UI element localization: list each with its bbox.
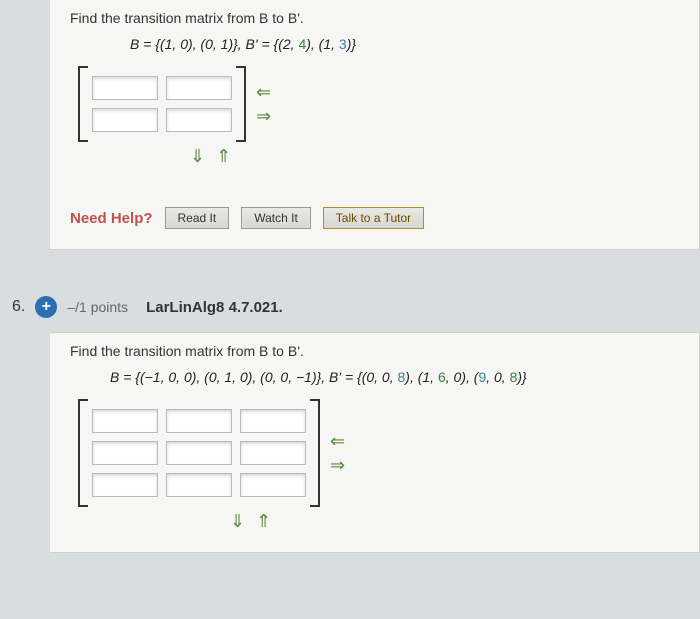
q5-matrix-row: ⇐ ⇒ (78, 66, 699, 142)
bracket-right-icon (236, 66, 246, 142)
q5-row-controls: ⇓ ⇑ (190, 146, 699, 167)
q5-cell-21[interactable] (92, 108, 158, 132)
q6-col-2 (166, 409, 232, 497)
q6-col-controls: ⇐ ⇒ (330, 432, 345, 474)
q5-formula-prefix: B = {(1, 0), (0, 1)}, B' = {(2, (130, 36, 298, 52)
q5-col-controls: ⇐ ⇒ (256, 83, 271, 125)
bracket-left-icon (78, 66, 88, 142)
q5-num-3: 3 (339, 36, 347, 52)
q5-formula-suffix: )} (347, 36, 356, 52)
add-col-icon[interactable]: ⇒ (256, 107, 271, 125)
question-5-panel: Find the transition matrix from B to B'.… (50, 0, 700, 250)
watch-it-button[interactable]: Watch It (241, 207, 311, 229)
question-6-panel: Find the transition matrix from B to B'.… (50, 332, 700, 553)
bracket-right-icon (310, 399, 320, 507)
q6-cell-32[interactable] (166, 473, 232, 497)
q6-formula-prefix: B = {(−1, 0, 0), (0, 1, 0), (0, 0, −1)},… (110, 369, 398, 385)
question-6-header: 6. + –/1 points LarLinAlg8 4.7.021. (12, 278, 700, 332)
remove-row-icon[interactable]: ⇓ (230, 511, 248, 531)
expand-icon[interactable]: + (35, 296, 57, 318)
q6-cell-12[interactable] (166, 409, 232, 433)
need-help-label: Need Help? (70, 210, 153, 227)
add-col-icon[interactable]: ⇒ (330, 456, 345, 474)
remove-col-icon[interactable]: ⇐ (330, 432, 345, 450)
q5-formula-mid: ), (1, (306, 36, 339, 52)
remove-col-icon[interactable]: ⇐ (256, 83, 271, 101)
q6-formula-suffix: )} (517, 369, 526, 385)
q6-prompt: Find the transition matrix from B to B'. (70, 343, 699, 359)
q6-cell-31[interactable] (92, 473, 158, 497)
q6-col-3 (240, 409, 306, 497)
q6-chapter: LarLinAlg8 4.7.021. (146, 299, 283, 316)
q6-cell-13[interactable] (240, 409, 306, 433)
q6-row-controls: ⇓ ⇑ (230, 511, 699, 532)
q5-cell-12[interactable] (166, 76, 232, 100)
q6-cell-23[interactable] (240, 441, 306, 465)
q5-prompt: Find the transition matrix from B to B'. (70, 10, 699, 26)
bracket-left-icon (78, 399, 88, 507)
q5-matrix (78, 66, 246, 142)
q6-formula-mid2: , 0), ( (446, 369, 479, 385)
q6-cell-21[interactable] (92, 441, 158, 465)
q6-matrix (78, 399, 320, 507)
remove-row-icon[interactable]: ⇓ (190, 146, 208, 166)
q5-col-1 (92, 76, 158, 132)
q6-col-1 (92, 409, 158, 497)
talk-to-tutor-button[interactable]: Talk to a Tutor (323, 207, 424, 229)
q6-cell-33[interactable] (240, 473, 306, 497)
q6-formula-mid3: , 0, (486, 369, 509, 385)
read-it-button[interactable]: Read It (165, 207, 230, 229)
q6-points: –/1 points (67, 299, 128, 315)
q6-matrix-row: ⇐ ⇒ (78, 399, 699, 507)
add-row-icon[interactable]: ⇑ (256, 511, 274, 531)
q5-col-2 (166, 76, 232, 132)
q6-formula-mid1: ), (1, (405, 369, 438, 385)
q6-num-6: 6 (438, 369, 446, 385)
q6-formula: B = {(−1, 0, 0), (0, 1, 0), (0, 0, −1)},… (70, 369, 699, 385)
q5-cell-11[interactable] (92, 76, 158, 100)
add-row-icon[interactable]: ⇑ (216, 146, 234, 166)
q5-cell-22[interactable] (166, 108, 232, 132)
q6-cell-22[interactable] (166, 441, 232, 465)
q5-formula: B = {(1, 0), (0, 1)}, B' = {(2, 4), (1, … (70, 36, 699, 52)
help-row: Need Help? Read It Watch It Talk to a Tu… (70, 207, 699, 229)
spacer (0, 250, 700, 278)
q6-number: 6. (12, 298, 25, 316)
q6-cell-11[interactable] (92, 409, 158, 433)
